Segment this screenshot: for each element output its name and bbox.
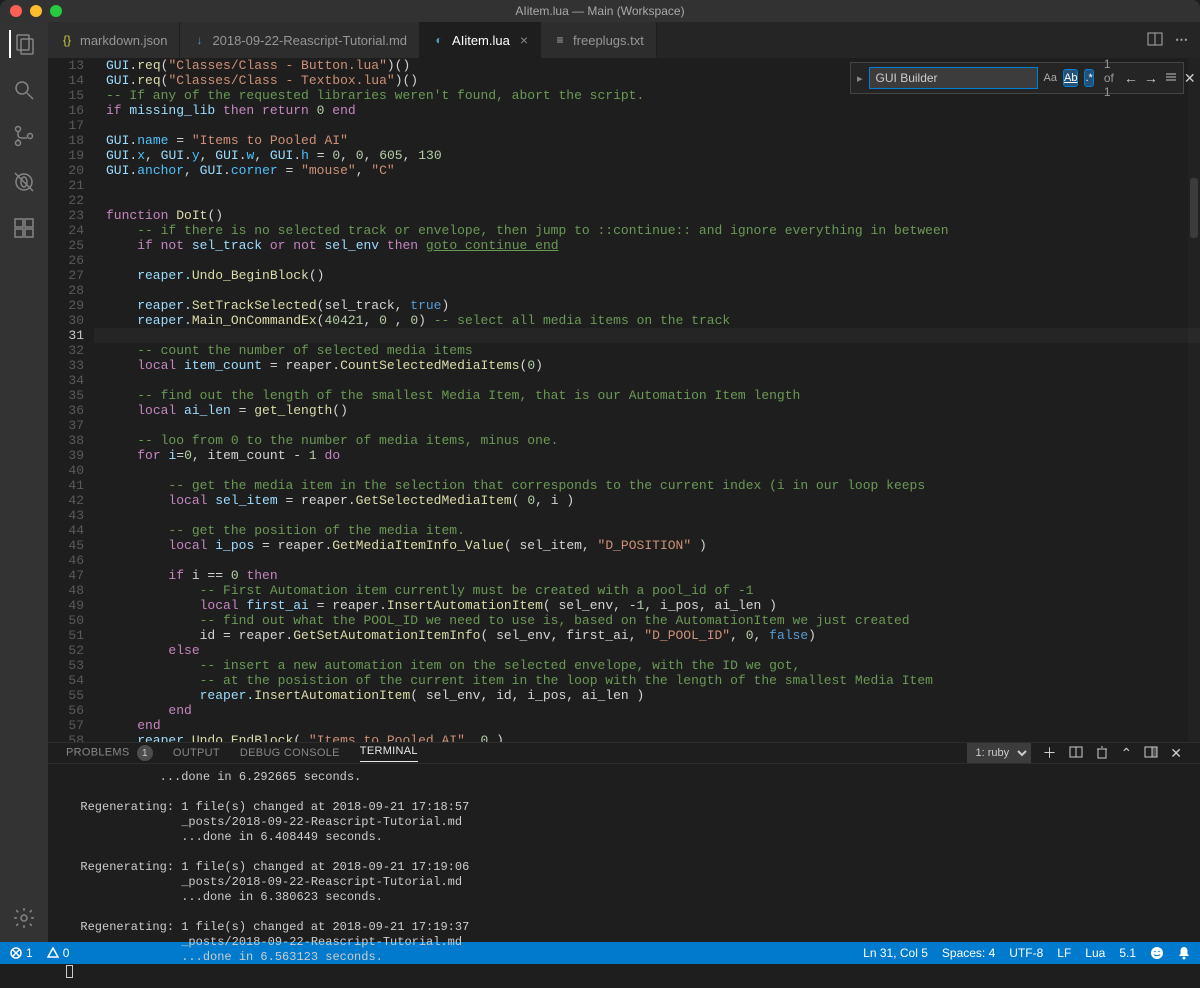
file-type-icon: ↓ bbox=[192, 33, 206, 47]
terminal-selector[interactable]: 1: ruby bbox=[967, 743, 1031, 763]
find-input[interactable] bbox=[869, 67, 1038, 89]
search-icon[interactable] bbox=[10, 76, 38, 104]
panel-close-button[interactable]: ✕ bbox=[1170, 745, 1182, 762]
editor-tab-tools: ⋯ bbox=[1147, 22, 1200, 58]
source-control-icon[interactable] bbox=[10, 122, 38, 150]
editor-scrollbar[interactable] bbox=[1188, 58, 1200, 742]
panel-tab-debug-console[interactable]: DEBUG CONSOLE bbox=[240, 747, 340, 759]
more-actions-button[interactable]: ⋯ bbox=[1175, 32, 1188, 48]
file-type-icon: ◐ bbox=[432, 33, 446, 47]
zoom-window-button[interactable] bbox=[50, 5, 62, 17]
status-indentation[interactable]: Spaces: 4 bbox=[942, 946, 995, 960]
editor-region: {} markdown.json ↓ 2018-09-22-Reascript-Tut… bbox=[48, 22, 1200, 942]
kill-terminal-button[interactable] bbox=[1095, 745, 1109, 762]
status-errors[interactable]: 1 bbox=[10, 946, 33, 960]
find-in-selection-toggle[interactable] bbox=[1164, 70, 1178, 87]
tab-close-button[interactable]: × bbox=[520, 32, 528, 48]
panel-maximize-button[interactable]: ⌃ bbox=[1121, 745, 1133, 762]
extensions-icon[interactable] bbox=[10, 214, 38, 242]
tab-label: freeplugs.txt bbox=[573, 33, 644, 48]
find-next-button[interactable]: → bbox=[1144, 70, 1158, 86]
find-prev-button[interactable]: ← bbox=[1124, 70, 1138, 86]
editor-tabs: {} markdown.json ↓ 2018-09-22-Reascript-Tut… bbox=[48, 22, 1200, 58]
status-encoding[interactable]: UTF-8 bbox=[1009, 946, 1043, 960]
panel-tabs: PROBLEMS 1 OUTPUT DEBUG CONSOLE TERMINAL… bbox=[48, 743, 1200, 764]
panel-tab-output[interactable]: OUTPUT bbox=[173, 747, 220, 759]
tab-label: markdown.json bbox=[80, 33, 167, 48]
status-eol[interactable]: LF bbox=[1057, 946, 1071, 960]
status-notifications-icon[interactable] bbox=[1178, 946, 1190, 960]
status-cursor-position[interactable]: Ln 31, Col 5 bbox=[863, 946, 928, 960]
split-terminal-button[interactable] bbox=[1069, 745, 1083, 762]
minimize-window-button[interactable] bbox=[30, 5, 42, 17]
editor-tab[interactable]: {} markdown.json bbox=[48, 22, 180, 58]
find-whole-word-toggle[interactable]: Ab bbox=[1063, 69, 1078, 87]
window-controls bbox=[0, 5, 62, 17]
find-regex-toggle[interactable]: .* bbox=[1084, 69, 1093, 87]
tab-label: 2018-09-22-Reascript-Tutorial.md bbox=[212, 33, 407, 48]
problems-count-badge: 1 bbox=[137, 745, 153, 761]
new-terminal-button[interactable]: ＋ bbox=[1043, 743, 1057, 763]
scrollbar-thumb[interactable] bbox=[1190, 178, 1198, 238]
find-widget: ▸ Aa Ab .* 1 of 1 ← → ✕ bbox=[850, 62, 1184, 94]
terminal-cursor bbox=[66, 965, 73, 978]
find-result-count: 1 of 1 bbox=[1100, 58, 1118, 99]
line-number-gutter: 1314151617181920212223242526272829303132… bbox=[48, 58, 94, 742]
code-editor[interactable]: 1314151617181920212223242526272829303132… bbox=[48, 58, 1200, 742]
find-match-case-toggle[interactable]: Aa bbox=[1044, 69, 1057, 87]
status-language[interactable]: Lua bbox=[1085, 946, 1105, 960]
panel-tab-terminal[interactable]: TERMINAL bbox=[360, 745, 418, 762]
bottom-panel: PROBLEMS 1 OUTPUT DEBUG CONSOLE TERMINAL… bbox=[48, 742, 1200, 942]
explorer-icon[interactable] bbox=[9, 30, 37, 58]
window-title: AIitem.lua — Main (Workspace) bbox=[0, 4, 1200, 18]
file-type-icon: {} bbox=[60, 33, 74, 47]
activity-bar bbox=[0, 22, 48, 942]
find-expand-toggle[interactable]: ▸ bbox=[857, 72, 863, 85]
tab-label: AIitem.lua bbox=[452, 33, 510, 48]
settings-gear-icon[interactable] bbox=[10, 904, 38, 932]
editor-tab[interactable]: ◐ AIitem.lua × bbox=[420, 22, 541, 58]
status-warnings[interactable]: 0 bbox=[47, 946, 70, 960]
file-type-icon: ≡ bbox=[553, 33, 567, 47]
find-close-button[interactable]: ✕ bbox=[1184, 70, 1196, 87]
editor-tab[interactable]: ↓ 2018-09-22-Reascript-Tutorial.md bbox=[180, 22, 420, 58]
status-version[interactable]: 5.1 bbox=[1119, 946, 1136, 960]
debug-icon[interactable] bbox=[10, 168, 38, 196]
panel-tab-problems[interactable]: PROBLEMS 1 bbox=[66, 745, 153, 761]
panel-move-button[interactable] bbox=[1144, 745, 1158, 762]
close-window-button[interactable] bbox=[10, 5, 22, 17]
window-title-bar: AIitem.lua — Main (Workspace) bbox=[0, 0, 1200, 22]
split-editor-button[interactable] bbox=[1147, 31, 1163, 50]
status-feedback-icon[interactable] bbox=[1150, 946, 1164, 960]
editor-tab[interactable]: ≡ freeplugs.txt bbox=[541, 22, 657, 58]
code-body[interactable]: GUI.req("Classes/Class - Button.lua")()G… bbox=[94, 58, 1200, 742]
